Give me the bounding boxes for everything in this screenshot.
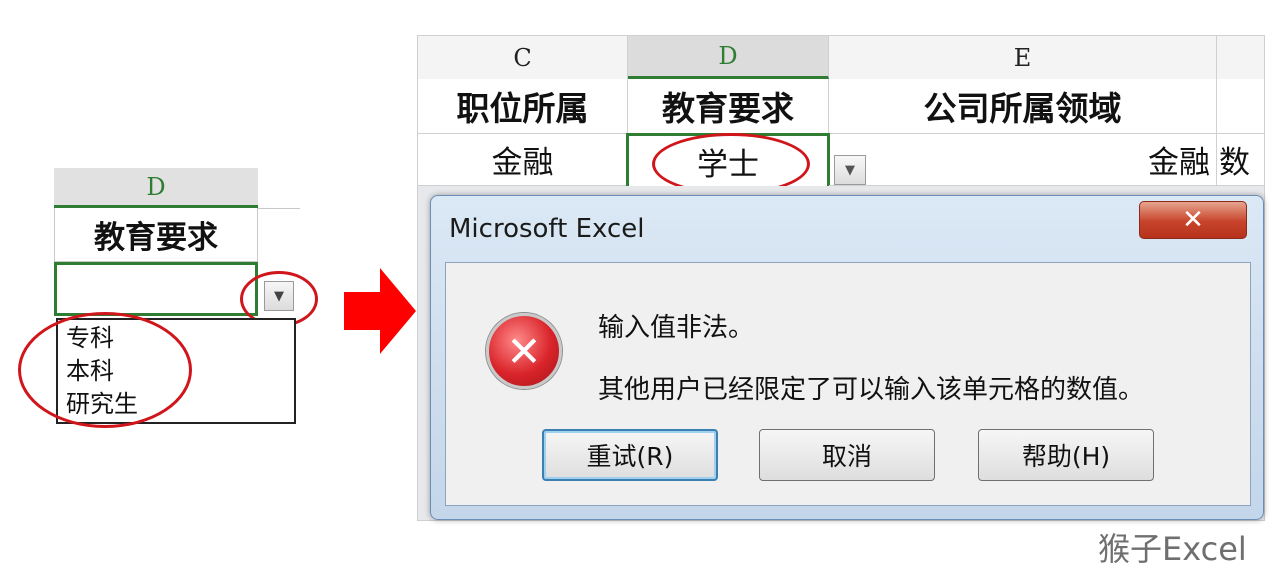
- dialog-body: ✕ 输入值非法。 其他用户已经限定了可以输入该单元格的数值。 重试(R) 取消 …: [445, 262, 1251, 506]
- dialog-message-title: 输入值非法。: [598, 313, 755, 343]
- left-header-cell[interactable]: 教育要求: [54, 208, 258, 262]
- gridline: [258, 208, 300, 209]
- close-button[interactable]: ✕: [1139, 201, 1247, 239]
- cell-dropdown-button[interactable]: ▼: [834, 155, 866, 185]
- left-column-header-d[interactable]: D: [54, 168, 258, 208]
- error-icon-glyph: ✕: [506, 326, 542, 376]
- cell-c2[interactable]: 职位所属: [418, 79, 628, 134]
- cell-e2[interactable]: 公司所属领域: [829, 79, 1217, 134]
- cancel-button[interactable]: 取消: [759, 429, 935, 481]
- error-dialog: Microsoft Excel ✕ ✕ 输入值非法。 其他用户已经限定了可以输入…: [430, 195, 1264, 520]
- cell-d2[interactable]: 教育要求: [628, 79, 829, 134]
- column-header-e[interactable]: E: [829, 36, 1217, 79]
- close-icon: ✕: [1182, 205, 1204, 235]
- column-header-f[interactable]: [1217, 36, 1264, 79]
- cell-f2[interactable]: [1217, 79, 1264, 134]
- dialog-title: Microsoft Excel: [449, 214, 645, 244]
- cell-f3[interactable]: 数: [1217, 134, 1264, 186]
- cell-c3[interactable]: 金融: [418, 134, 628, 186]
- cell-e3[interactable]: 金融: [829, 134, 1217, 186]
- watermark: 猴子Excel: [1098, 530, 1247, 568]
- chevron-down-icon: ▼: [845, 162, 855, 178]
- help-button[interactable]: 帮助(H): [978, 429, 1154, 481]
- left-active-cell[interactable]: [54, 262, 258, 316]
- arrow-right-icon: [344, 268, 416, 354]
- column-header-c[interactable]: C: [418, 36, 628, 79]
- column-header-d[interactable]: D: [628, 36, 829, 79]
- annotation-circle-list: [18, 312, 192, 428]
- dialog-message-detail: 其他用户已经限定了可以输入该单元格的数值。: [598, 375, 1145, 405]
- retry-button[interactable]: 重试(R): [542, 429, 718, 481]
- error-icon: ✕: [486, 313, 562, 389]
